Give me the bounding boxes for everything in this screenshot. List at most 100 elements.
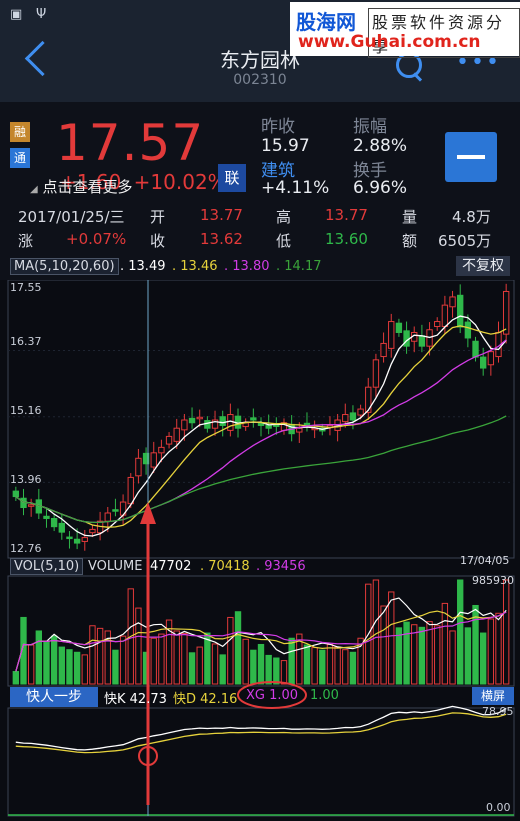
volume-bar-10 — [89, 625, 96, 685]
candle-body-7 — [66, 536, 73, 540]
volume-bar-59 — [464, 627, 472, 685]
volume-bar-36 — [288, 637, 295, 685]
volume-bar-18 — [150, 637, 157, 685]
candle-body-0 — [12, 490, 20, 498]
candle-body-2 — [27, 504, 35, 507]
vol-v1: 47702 — [150, 559, 192, 574]
candle-body-12 — [104, 512, 111, 522]
vol-max: 985930 — [472, 574, 514, 587]
candle-body-55 — [434, 321, 441, 327]
ma5-value: . 13.49 — [120, 259, 166, 274]
axis-max: 17.55 — [10, 281, 42, 294]
candle-body-59 — [464, 321, 472, 339]
ma-legend: MA(5,10,20,60) . 13.49 . 13.46 . 13.80 .… — [0, 254, 520, 280]
candle-body-27 — [219, 416, 226, 426]
watermark-site: 股海网 — [296, 10, 356, 34]
candle-body-25 — [204, 420, 211, 429]
axis-l1: 16.37 — [10, 335, 42, 348]
landscape-button[interactable]: 横屏 — [472, 687, 514, 705]
candle-body-56 — [441, 304, 449, 327]
volume-bar-41 — [326, 643, 334, 685]
candle-body-47 — [372, 359, 380, 388]
volume-bar-61 — [480, 632, 487, 685]
candle-body-64 — [502, 290, 510, 335]
amplitude-value: 2.88% — [353, 136, 408, 156]
open-value: 13.77 — [200, 206, 243, 224]
ind-min: 0.00 — [486, 801, 511, 814]
candle-body-44 — [349, 412, 357, 421]
lian-button[interactable]: 联 — [218, 164, 246, 192]
volume-bar-42 — [334, 646, 341, 685]
candle-body-9 — [81, 537, 88, 542]
candle-body-62 — [487, 351, 495, 366]
change-pct: +10.02% — [133, 170, 227, 194]
amplitude-label: 振幅 — [353, 117, 387, 137]
candle-body-50 — [395, 322, 403, 333]
axis-l2: 15.16 — [10, 404, 42, 417]
candle-body-43 — [342, 414, 349, 423]
adjust-button[interactable]: 不复权 — [456, 256, 510, 276]
candle-body-37 — [296, 427, 303, 433]
candle-body-8 — [73, 538, 81, 544]
candle-body-18 — [150, 452, 157, 468]
indicator-button[interactable]: 快人一步 — [10, 687, 98, 707]
volume-bar-19 — [158, 633, 165, 685]
volume-bar-35 — [280, 660, 288, 685]
indicator-panel — [7, 707, 515, 817]
gallery-icon: ▣ — [10, 7, 23, 22]
view-more-link[interactable]: ◢ 点击查看更多 — [30, 176, 133, 197]
vol-v2: . 70418 — [200, 559, 250, 574]
volume-bar-4 — [43, 641, 50, 685]
ind-xg: XG 1.00 — [246, 688, 299, 703]
close-value: 13.62 — [200, 230, 243, 248]
volume-bar-38 — [303, 644, 311, 685]
volume-bar-64 — [502, 579, 510, 685]
candle-body-58 — [457, 294, 464, 328]
volume-bar-44 — [349, 651, 357, 685]
volume-bar-63 — [495, 612, 502, 685]
remove-watchlist-button[interactable] — [445, 132, 497, 182]
candle-body-60 — [472, 340, 479, 358]
kline-chart[interactable] — [0, 280, 520, 821]
candle-body-31 — [250, 417, 257, 421]
vol-tag[interactable]: VOL(5,10) — [10, 558, 84, 575]
candle-body-45 — [357, 408, 364, 416]
axis-min: 12.76 — [10, 542, 42, 555]
candle-body-5 — [50, 517, 58, 528]
candle-body-51 — [403, 330, 410, 347]
watermark-url: www.Guhai.com.cn — [298, 32, 481, 52]
volume-bar-33 — [265, 654, 272, 685]
candle-body-21 — [173, 427, 180, 442]
low-label: 低 — [276, 232, 292, 250]
candle-body-32 — [257, 422, 265, 426]
candle-body-19 — [158, 446, 165, 454]
volume-bar-48 — [380, 605, 387, 685]
volume-bar-7 — [66, 649, 73, 685]
vol-label: VOLUME — [88, 559, 143, 574]
view-more-text: 点击查看更多 — [42, 178, 133, 196]
margin-badge: 融 — [10, 122, 30, 142]
candle-body-20 — [165, 435, 173, 445]
volume-bar-13 — [112, 649, 119, 685]
volume-bar-23 — [188, 652, 196, 685]
candle-body-33 — [265, 424, 272, 429]
corner-icon: ◢ — [30, 184, 38, 195]
rise-value: +0.07% — [66, 230, 127, 248]
volume-bar-3 — [35, 630, 42, 685]
connect-badge: 通 — [10, 148, 30, 168]
volume-bar-43 — [342, 649, 349, 685]
candle-body-24 — [196, 416, 203, 420]
high-label: 高 — [276, 208, 292, 226]
ind-extra: 1.00 — [310, 688, 339, 703]
volume-bar-31 — [250, 649, 257, 685]
high-value: 13.77 — [325, 206, 368, 224]
ma20-value: . 13.80 — [224, 259, 270, 274]
volume-bar-47 — [372, 579, 380, 685]
vol-label: 量 — [402, 208, 418, 226]
volume-bar-27 — [219, 654, 226, 685]
open-label: 开 — [150, 208, 166, 226]
last-price: 17.57 — [56, 114, 205, 172]
ma-tag[interactable]: MA(5,10,20,60) — [10, 258, 119, 275]
volume-bar-49 — [388, 591, 395, 685]
volume-bar-26 — [211, 643, 219, 685]
